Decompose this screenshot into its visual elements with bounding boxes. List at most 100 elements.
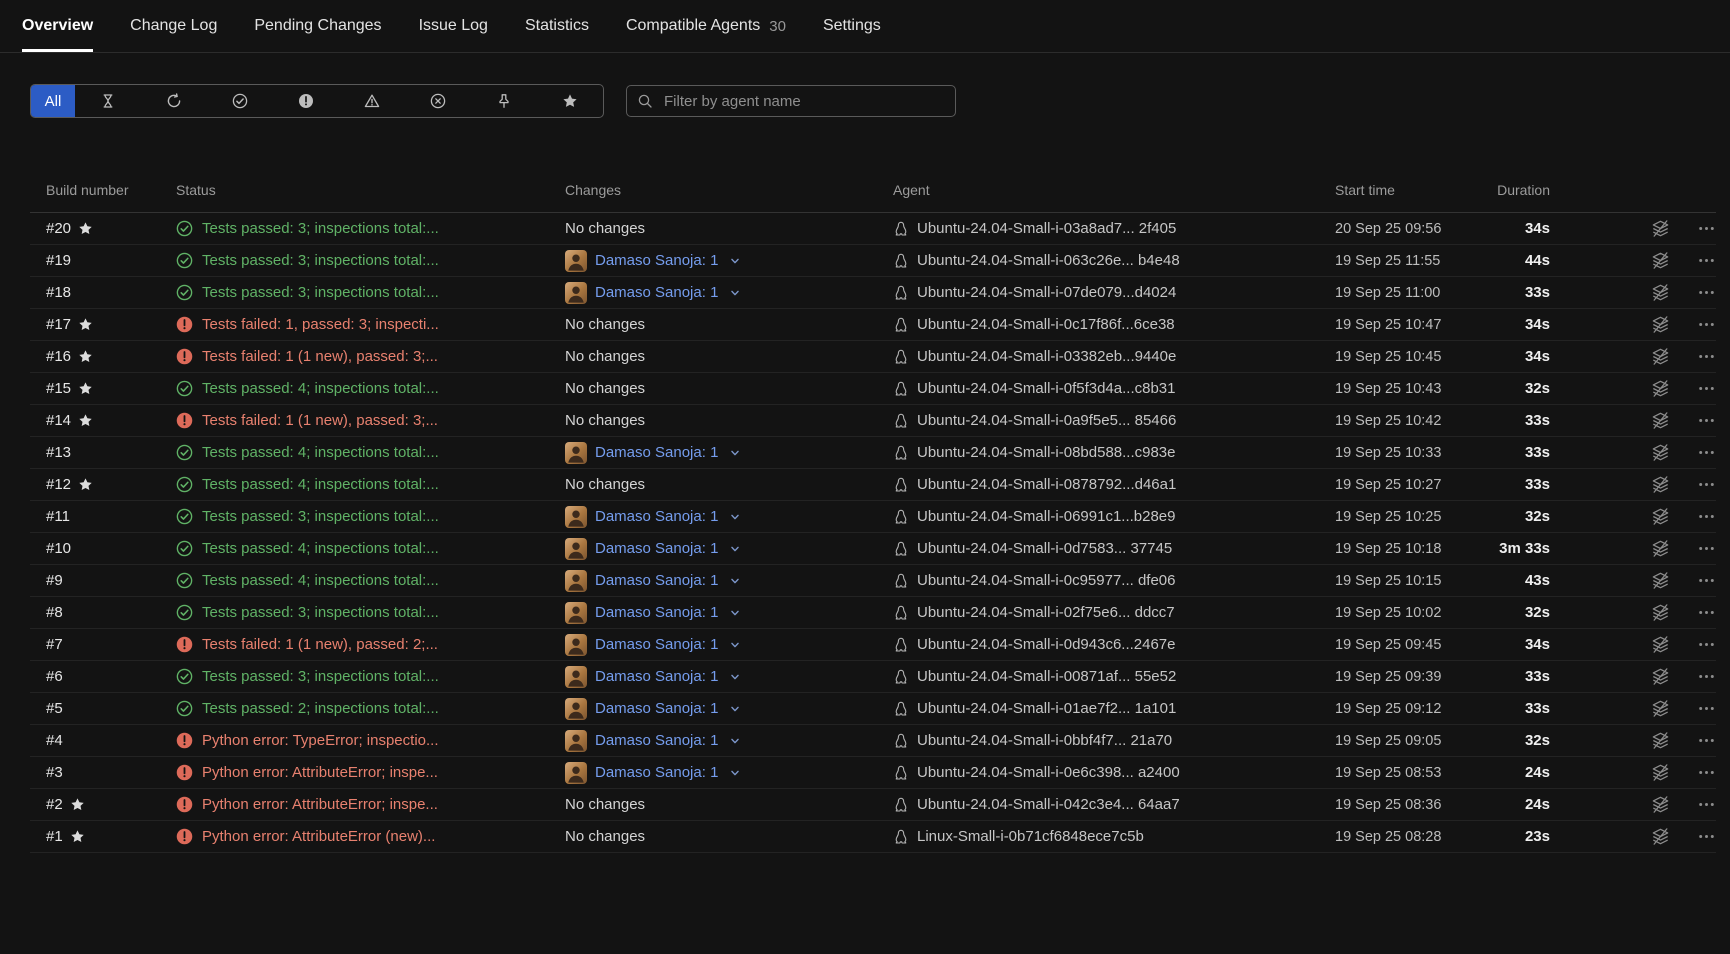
filter-failed-button[interactable]: [273, 85, 339, 117]
tab-overview[interactable]: Overview: [22, 0, 94, 52]
changes-layers-icon[interactable]: [1651, 283, 1670, 302]
agent-link[interactable]: Ubuntu-24.04-Small-i-0bbf4f7... 21a70: [917, 732, 1172, 749]
more-actions-icon[interactable]: [1697, 699, 1716, 718]
agent-filter-input[interactable]: [662, 91, 945, 111]
more-actions-icon[interactable]: [1697, 795, 1716, 814]
build-number-link[interactable]: #18: [46, 284, 71, 301]
agent-link[interactable]: Ubuntu-24.04-Small-i-063c26e... b4e48: [917, 252, 1180, 269]
build-number-link[interactable]: #6: [46, 668, 63, 685]
status-text[interactable]: Tests failed: 1 (1 new), passed: 2;...: [202, 636, 438, 653]
changes-user-link[interactable]: Damaso Sanoja: 1: [595, 604, 718, 621]
status-text[interactable]: Tests passed: 4; inspections total:...: [202, 444, 439, 461]
star-icon[interactable]: [78, 381, 93, 396]
status-text[interactable]: Python error: TypeError; inspectio...: [202, 732, 439, 749]
more-actions-icon[interactable]: [1697, 571, 1716, 590]
changes-user-link[interactable]: Damaso Sanoja: 1: [595, 700, 718, 717]
agent-link[interactable]: Ubuntu-24.04-Small-i-02f75e6... ddcc7: [917, 604, 1175, 621]
more-actions-icon[interactable]: [1697, 379, 1716, 398]
build-number-link[interactable]: #20: [46, 220, 71, 237]
changes-user-link[interactable]: Damaso Sanoja: 1: [595, 540, 718, 557]
star-icon[interactable]: [78, 221, 93, 236]
changes-layers-icon[interactable]: [1651, 699, 1670, 718]
more-actions-icon[interactable]: [1697, 827, 1716, 846]
agent-link[interactable]: Ubuntu-24.04-Small-i-07de079...d4024: [917, 284, 1176, 301]
agent-link[interactable]: Ubuntu-24.04-Small-i-00871af... 55e52: [917, 668, 1176, 685]
changes-user-link[interactable]: Damaso Sanoja: 1: [595, 444, 718, 461]
status-text[interactable]: Tests passed: 3; inspections total:...: [202, 604, 439, 621]
build-number-link[interactable]: #13: [46, 444, 71, 461]
status-text[interactable]: Tests passed: 3; inspections total:...: [202, 252, 439, 269]
tab-change-log[interactable]: Change Log: [130, 0, 217, 52]
status-text[interactable]: Tests passed: 2; inspections total:...: [202, 700, 439, 717]
agent-link[interactable]: Ubuntu-24.04-Small-i-0d7583... 37745: [917, 540, 1172, 557]
status-text[interactable]: Tests passed: 4; inspections total:...: [202, 540, 439, 557]
more-actions-icon[interactable]: [1697, 731, 1716, 750]
agent-link[interactable]: Ubuntu-24.04-Small-i-0a9f5e5... 85466: [917, 412, 1176, 429]
changes-user-link[interactable]: Damaso Sanoja: 1: [595, 636, 718, 653]
agent-link[interactable]: Ubuntu-24.04-Small-i-0c17f86f...6ce38: [917, 316, 1175, 333]
changes-layers-icon[interactable]: [1651, 827, 1670, 846]
filter-running-button[interactable]: [141, 85, 207, 117]
build-number-link[interactable]: #3: [46, 764, 63, 781]
agent-link[interactable]: Ubuntu-24.04-Small-i-03a8ad7... 2f405: [917, 220, 1176, 237]
more-actions-icon[interactable]: [1697, 219, 1716, 238]
build-number-link[interactable]: #4: [46, 732, 63, 749]
more-actions-icon[interactable]: [1697, 603, 1716, 622]
changes-layers-icon[interactable]: [1651, 571, 1670, 590]
more-actions-icon[interactable]: [1697, 251, 1716, 270]
changes-layers-icon[interactable]: [1651, 507, 1670, 526]
filter-queued-button[interactable]: [75, 85, 141, 117]
status-text[interactable]: Tests passed: 3; inspections total:...: [202, 220, 439, 237]
changes-layers-icon[interactable]: [1651, 763, 1670, 782]
filter-pinned-button[interactable]: [471, 85, 537, 117]
status-text[interactable]: Tests failed: 1 (1 new), passed: 3;...: [202, 348, 438, 365]
build-number-link[interactable]: #2: [46, 796, 63, 813]
filter-canceled-button[interactable]: [405, 85, 471, 117]
build-number-link[interactable]: #10: [46, 540, 71, 557]
tab-compatible-agents[interactable]: Compatible Agents 30: [626, 0, 786, 52]
agent-link[interactable]: Ubuntu-24.04-Small-i-0c95977... dfe06: [917, 572, 1176, 589]
changes-layers-icon[interactable]: [1651, 475, 1670, 494]
more-actions-icon[interactable]: [1697, 763, 1716, 782]
status-text[interactable]: Tests passed: 3; inspections total:...: [202, 508, 439, 525]
build-number-link[interactable]: #1: [46, 828, 63, 845]
build-number-link[interactable]: #17: [46, 316, 71, 333]
build-number-link[interactable]: #15: [46, 380, 71, 397]
tab-settings[interactable]: Settings: [823, 0, 881, 52]
agent-link[interactable]: Ubuntu-24.04-Small-i-042c3e4... 64aa7: [917, 796, 1180, 813]
more-actions-icon[interactable]: [1697, 475, 1716, 494]
agent-link[interactable]: Ubuntu-24.04-Small-i-01ae7f2... 1a101: [917, 700, 1176, 717]
status-text[interactable]: Python error: AttributeError (new)...: [202, 828, 435, 845]
more-actions-icon[interactable]: [1697, 507, 1716, 526]
filter-warning-button[interactable]: [339, 85, 405, 117]
changes-layers-icon[interactable]: [1651, 443, 1670, 462]
status-text[interactable]: Tests passed: 4; inspections total:...: [202, 572, 439, 589]
build-number-link[interactable]: #5: [46, 700, 63, 717]
agent-link[interactable]: Ubuntu-24.04-Small-i-0d943c6...2467e: [917, 636, 1176, 653]
changes-layers-icon[interactable]: [1651, 635, 1670, 654]
changes-layers-icon[interactable]: [1651, 667, 1670, 686]
star-icon[interactable]: [70, 829, 85, 844]
more-actions-icon[interactable]: [1697, 315, 1716, 334]
star-icon[interactable]: [78, 477, 93, 492]
tab-pending-changes[interactable]: Pending Changes: [254, 0, 381, 52]
filter-starred-button[interactable]: [537, 85, 603, 117]
build-number-link[interactable]: #12: [46, 476, 71, 493]
changes-user-link[interactable]: Damaso Sanoja: 1: [595, 572, 718, 589]
changes-user-link[interactable]: Damaso Sanoja: 1: [595, 284, 718, 301]
more-actions-icon[interactable]: [1697, 283, 1716, 302]
status-text[interactable]: Python error: AttributeError; inspe...: [202, 796, 438, 813]
changes-layers-icon[interactable]: [1651, 379, 1670, 398]
status-text[interactable]: Tests failed: 1, passed: 3; inspecti...: [202, 316, 439, 333]
changes-layers-icon[interactable]: [1651, 795, 1670, 814]
agent-link[interactable]: Linux-Small-i-0b71cf6848ece7c5b: [917, 828, 1144, 845]
more-actions-icon[interactable]: [1697, 443, 1716, 462]
more-actions-icon[interactable]: [1697, 411, 1716, 430]
filter-all-button[interactable]: All: [31, 85, 75, 117]
changes-layers-icon[interactable]: [1651, 251, 1670, 270]
build-number-link[interactable]: #11: [46, 508, 70, 525]
changes-layers-icon[interactable]: [1651, 347, 1670, 366]
build-number-link[interactable]: #8: [46, 604, 63, 621]
changes-layers-icon[interactable]: [1651, 539, 1670, 558]
changes-user-link[interactable]: Damaso Sanoja: 1: [595, 252, 718, 269]
